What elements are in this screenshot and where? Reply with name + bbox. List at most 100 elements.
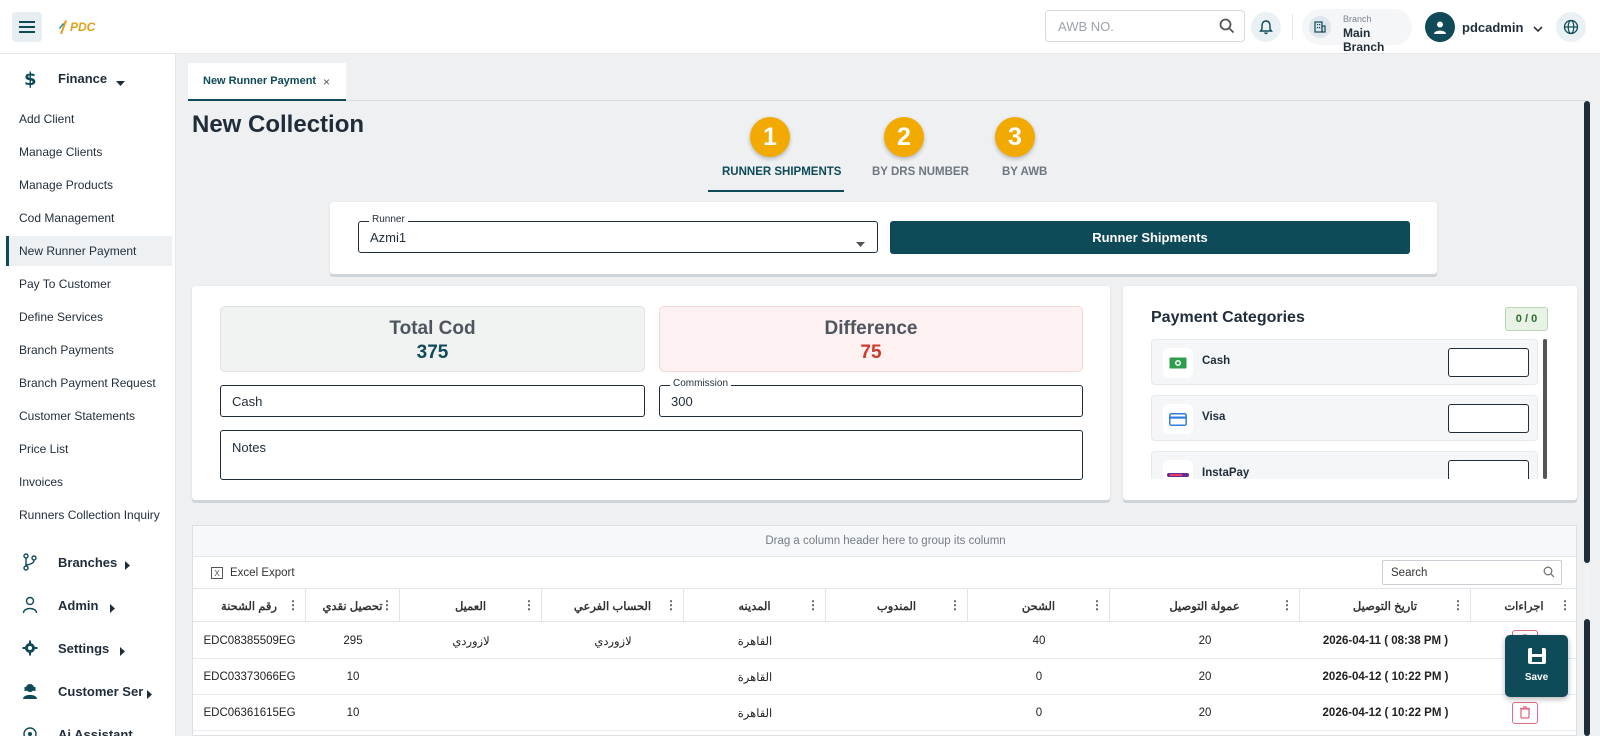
payment-categories-scrollbar[interactable] — [1543, 339, 1547, 479]
save-button[interactable]: Save — [1505, 635, 1568, 697]
column-header-sub-account[interactable]: الحساب الفرعي ⋮ — [542, 589, 684, 622]
sidebar-item-add-client[interactable]: Add Client — [6, 104, 172, 134]
excel-export-label: Excel Export — [230, 567, 295, 579]
delete-icon[interactable] — [1511, 701, 1538, 724]
scrollbar-thumb[interactable] — [1543, 339, 1547, 479]
column-header-shipping[interactable]: الشحن ⋮ — [968, 589, 1110, 622]
sidebar-item-pay-to-customer[interactable]: Pay To Customer — [6, 269, 172, 299]
column-menu-icon[interactable]: ⋮ — [1559, 598, 1571, 612]
awb-search-input[interactable] — [1046, 11, 1206, 41]
payment-categories-list[interactable]: Cash Visa InstaPay — [1151, 339, 1547, 479]
column-menu-icon[interactable]: ⋮ — [1091, 598, 1103, 612]
scrollbar-thumb[interactable] — [1584, 101, 1590, 563]
tab-new-runner-payment[interactable]: New Runner Payment × — [188, 63, 346, 101]
sidebar-item-invoices[interactable]: Invoices — [6, 467, 172, 497]
step-label: RUNNER SHIPMENTS — [722, 166, 842, 178]
date-cell: 2026-04-12 ( 10:22 PM ) — [1322, 670, 1449, 683]
instapay-amount-input[interactable] — [1448, 460, 1529, 479]
sidebar-item-manage-products[interactable]: Manage Products — [6, 170, 172, 200]
page-title: New Collection — [192, 111, 365, 138]
sidebar-section-label: Branches — [58, 554, 118, 570]
sidebar-item-label: Branch Payment Request — [19, 376, 156, 390]
column-header-runner[interactable]: المندوب ⋮ — [826, 589, 968, 622]
menu-icon[interactable] — [12, 12, 42, 42]
runner-shipments-button[interactable]: Runner Shipments — [890, 221, 1410, 254]
sidebar-item-branch-payment-request[interactable]: Branch Payment Request — [6, 368, 172, 398]
sidebar-item-manage-clients[interactable]: Manage Clients — [6, 137, 172, 167]
excel-export-button[interactable]: X Excel Export — [211, 567, 295, 579]
logo[interactable]: PDC — [58, 16, 95, 38]
column-menu-icon[interactable]: ⋮ — [287, 598, 299, 612]
sidebar-section-finance[interactable]: $ Finance — [0, 58, 175, 98]
commission-cell: 20 — [1198, 670, 1212, 683]
column-menu-icon[interactable]: ⋮ — [381, 598, 393, 612]
difference-label: Difference — [824, 318, 918, 339]
step-tab-runner-shipments[interactable]: 1 RUNNER SHIPMENTS — [722, 117, 841, 178]
sidebar-item-price-list[interactable]: Price List — [6, 434, 172, 464]
column-menu-icon[interactable]: ⋮ — [949, 598, 961, 612]
sidebar: $ Finance Add Client Manage Clients Mana… — [0, 54, 176, 736]
sidebar-item-label: Manage Products — [19, 178, 114, 192]
close-icon[interactable]: × — [323, 75, 330, 89]
visa-amount-input[interactable] — [1448, 404, 1529, 433]
column-header-awb[interactable]: رقم الشحنة ⋮ — [193, 589, 306, 622]
column-menu-icon[interactable]: ⋮ — [665, 598, 677, 612]
column-menu-icon[interactable]: ⋮ — [523, 598, 535, 612]
grid-search-input[interactable] — [1383, 561, 1533, 584]
group-by-panel[interactable]: Drag a column header here to group its c… — [193, 526, 1576, 557]
notifications-bell-icon[interactable] — [1251, 12, 1281, 42]
sidebar-item-runners-collection-inquiry[interactable]: Runners Collection Inquiry — [6, 500, 172, 530]
logo-mark-icon — [59, 20, 67, 34]
column-header-city[interactable]: المدينه ⋮ — [684, 589, 826, 622]
building-icon — [1309, 16, 1331, 38]
scrollbar-thumb-lower[interactable] — [1584, 619, 1590, 736]
sidebar-section-admin[interactable]: Admin — [0, 585, 175, 625]
table-row[interactable]: EDC08385509EG 295 لازوردي لازوردي القاهر… — [193, 623, 1576, 659]
sidebar-section-settings[interactable]: Settings — [0, 628, 175, 668]
payment-category-visa: Visa — [1151, 395, 1538, 441]
runner-cell — [826, 659, 968, 694]
awb-search-box[interactable] — [1045, 10, 1245, 42]
sidebar-item-cod-management[interactable]: Cod Management — [6, 203, 172, 233]
column-menu-icon[interactable]: ⋮ — [1452, 598, 1464, 612]
payment-method-field[interactable]: Cash — [220, 385, 645, 417]
column-header-client[interactable]: العميل ⋮ — [400, 589, 542, 622]
cash-amount-input[interactable] — [1448, 348, 1529, 377]
card-icon — [1163, 404, 1193, 434]
search-icon[interactable] — [1219, 18, 1235, 37]
step-label: BY AWB — [1002, 166, 1048, 178]
table-row[interactable]: EDC03373066EG 10 القاهرة 0 20 2026-04-12… — [193, 659, 1576, 695]
grid-search-box[interactable] — [1382, 560, 1562, 585]
payment-categories-count-badge: 0 / 0 — [1505, 307, 1548, 331]
branch-selector[interactable]: Branch Main Branch — [1302, 9, 1412, 54]
column-header-delivery-commission[interactable]: عمولة التوصيل ⋮ — [1110, 589, 1300, 622]
sidebar-section-branches[interactable]: Branches — [0, 542, 175, 582]
runner-select[interactable]: Runner Azmi1 — [358, 214, 878, 253]
sidebar-section-ai-assistant[interactable]: Ai Assistant — [0, 714, 175, 736]
notes-textarea[interactable]: Notes — [220, 430, 1083, 480]
column-header-cod[interactable]: تحصيل نقدي ⋮ — [306, 589, 400, 622]
main-scrollbar[interactable] — [1584, 101, 1590, 736]
column-menu-icon[interactable]: ⋮ — [807, 598, 819, 612]
commission-field[interactable]: Commission 300 — [659, 378, 1083, 417]
table-row[interactable]: EDC06361615EG 10 القاهرة 0 20 2026-04-12… — [193, 695, 1576, 731]
column-header-delivery-date[interactable]: تاريخ التوصيل ⋮ — [1300, 589, 1471, 622]
sidebar-item-label: New Runner Payment — [19, 244, 137, 258]
sidebar-item-branch-payments[interactable]: Branch Payments — [6, 335, 172, 365]
awb-cell: EDC06361615EG — [203, 706, 296, 719]
sidebar-item-define-services[interactable]: Define Services — [6, 302, 172, 332]
user-menu[interactable]: pdcadmin — [1425, 11, 1543, 43]
sidebar-item-new-runner-payment[interactable]: New Runner Payment — [6, 236, 172, 266]
language-globe-icon[interactable] — [1556, 12, 1586, 42]
column-menu-icon[interactable]: ⋮ — [1281, 598, 1293, 612]
sidebar-item-label: Manage Clients — [19, 145, 103, 159]
shipping-cell: 0 — [1035, 670, 1043, 683]
client-cell — [400, 659, 542, 694]
sidebar-item-customer-statements[interactable]: Customer Statements — [6, 401, 172, 431]
cash-icon — [1163, 348, 1193, 378]
sidebar-section-customer-service[interactable]: Customer Ser — [0, 671, 175, 711]
step-tab-by-awb[interactable]: 3 BY AWB — [995, 117, 1047, 178]
sidebar-item-label: Add Client — [19, 112, 75, 126]
step-tab-by-drs-number[interactable]: 2 BY DRS NUMBER — [872, 117, 969, 178]
column-header-actions[interactable]: اجراءات ⋮ — [1471, 589, 1576, 622]
